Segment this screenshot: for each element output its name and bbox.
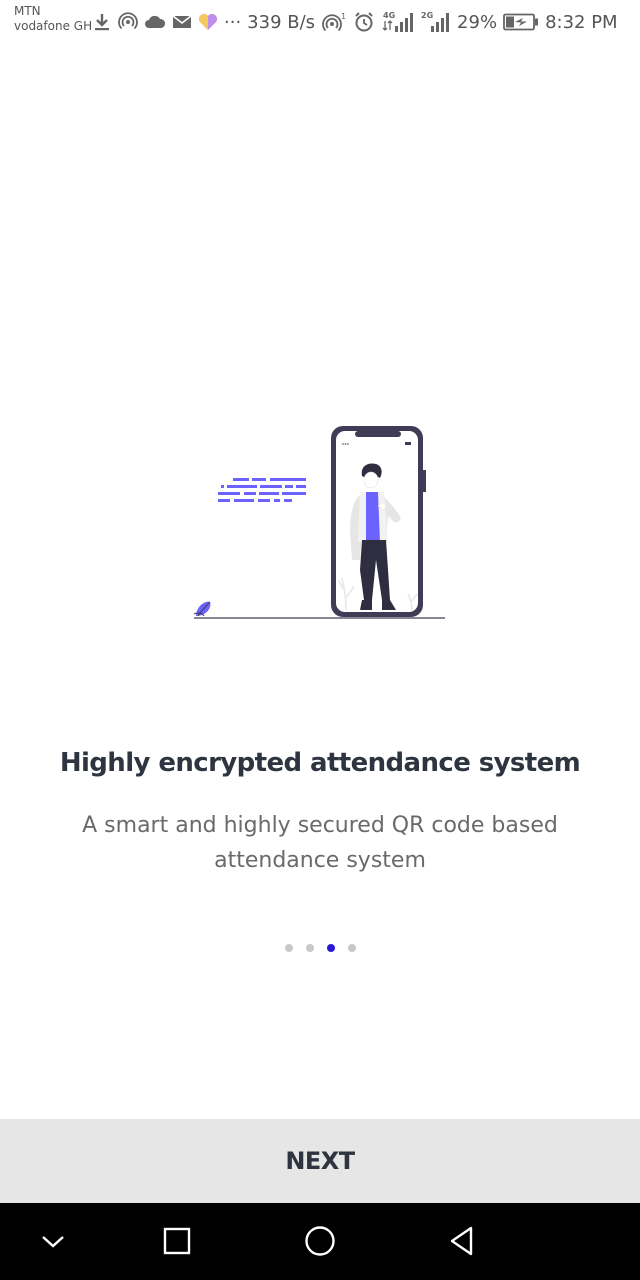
chevron-down-icon[interactable] [33,1221,73,1261]
onboarding-description: A smart and highly secured QR code based… [82,813,558,873]
carrier-info: MTN vodafone GH [14,4,92,34]
battery-percent: 29% [457,11,498,33]
status-bar: MTN vodafone GH ··· 339 B/s 1 4G 2G 29% … [0,0,640,42]
onboarding-title: Highly encrypted attendance system [59,748,581,778]
signal-2g-icon: 2G [421,10,451,34]
carrier-secondary: vodafone GH [14,19,93,33]
status-icons: ··· 339 B/s 1 4G 2G 29% 8:32 PM [92,9,618,35]
heart-app-icon [198,13,218,31]
page-dot-2[interactable] [305,944,314,952]
cloud-icon [144,14,166,30]
clock: 8:32 PM [545,11,618,33]
back-triangle-icon[interactable] [442,1221,482,1261]
system-navigation-bar [0,1203,640,1280]
home-circle-icon[interactable] [300,1221,340,1261]
onboarding-illustration [190,420,450,626]
wifi-icon: 1 [321,11,347,33]
svg-text:1: 1 [341,12,346,21]
page-indicator [0,944,640,952]
recents-square-icon[interactable] [157,1221,197,1261]
network-4g-label: 4G [383,11,395,20]
battery-charging-icon [503,13,539,31]
code-lines-graphic [218,478,306,502]
page-dot-1[interactable] [284,944,293,952]
network-speed: 339 B/s [247,11,316,33]
hotspot-icon [118,12,138,32]
leaf-graphic [193,601,211,617]
more-notifications: ··· [224,11,242,33]
page-dot-3-active[interactable] [326,944,335,952]
signal-icon: 4G [381,10,415,34]
mail-icon [172,14,192,30]
carrier-primary: MTN [14,4,41,18]
alarm-icon [353,11,375,33]
download-icon [92,12,112,32]
network-2g-label: 2G [421,11,433,20]
next-button-label: NEXT [285,1147,355,1175]
page-dot-4[interactable] [347,944,356,952]
next-button[interactable]: NEXT [0,1119,640,1203]
